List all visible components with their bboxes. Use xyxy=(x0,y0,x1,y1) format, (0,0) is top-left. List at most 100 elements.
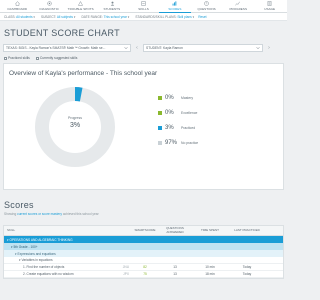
overview-title: Overview of Kayla's performance - This s… xyxy=(9,70,158,77)
legend-item-practiced: 3% Practiced xyxy=(158,120,198,135)
svg-text:?: ? xyxy=(205,2,207,6)
scores-heading: Scores xyxy=(4,200,34,210)
column-header-questions-answered[interactable]: QUESTIONS ANSWERED xyxy=(159,226,191,234)
column-header-smartscore[interactable]: SMARTSCORE xyxy=(131,228,159,233)
legend-percent: 3% xyxy=(165,124,174,131)
student-select[interactable]: STUDENT: Kayla Ramon xyxy=(143,44,263,52)
chart-legend: 0% Mastery 0% Excellence 3% Practiced 97% No pr… xyxy=(158,90,198,150)
nav-tab-label: SKILLS xyxy=(138,7,149,11)
scores-subtitle: Showing current scores or score mastery … xyxy=(4,212,99,216)
category-row[interactable]: ▾ 5th Grade - 100+ xyxy=(4,243,283,250)
legend-percent: 97% xyxy=(165,139,178,146)
legend-label: Mastery xyxy=(181,95,194,100)
students-icon xyxy=(110,1,115,6)
nav-tab-label: QUESTIONS xyxy=(197,7,216,11)
home-icon xyxy=(15,1,20,6)
nav-tab-progress[interactable]: PROGRESS xyxy=(222,1,253,11)
nav-tab-scores[interactable]: SCORES xyxy=(159,1,191,13)
subject-filter[interactable]: SUBJECT: All subjects ▾ xyxy=(41,15,75,19)
legend-percent: 0% xyxy=(165,109,174,116)
reset-link[interactable]: Reset xyxy=(198,15,206,19)
legend-swatch xyxy=(158,95,162,100)
practiced-skills-checkbox[interactable]: Practiced skills xyxy=(4,56,30,60)
skills-icon xyxy=(141,1,146,6)
suggested-skills-checkbox[interactable]: Currently suggested skills xyxy=(35,56,77,60)
nav-tab-students[interactable]: STUDENTS xyxy=(96,1,127,11)
previous-student-arrow-icon[interactable]: ‹ xyxy=(134,44,140,52)
table-body: ▾ OPERATIONS AND ALGEBRAIC THINKING ▾ 5th… xyxy=(4,236,283,278)
date-range-filter[interactable]: DATE RANGE: This school year ▾ xyxy=(81,15,129,19)
donut-center-value: 3% xyxy=(69,122,81,129)
school-select[interactable]: TEXAS: BGIS - Kayla Ramon's SMATS® Math™… xyxy=(3,44,131,52)
legend-item-mastery: 0% Mastery xyxy=(158,90,198,105)
donut-center-label: Progress xyxy=(67,116,82,120)
last-practiced-cell: Today xyxy=(242,265,252,269)
legend-label: Excellence xyxy=(181,110,198,115)
score-mode-link[interactable]: current scores or score mastery xyxy=(17,212,62,216)
warning-icon xyxy=(78,1,84,6)
smartscore-cell: 82 xyxy=(143,265,147,269)
nav-tab-label: DASHBOARD xyxy=(7,7,28,11)
nav-tab-skills[interactable]: SKILLS xyxy=(128,1,159,11)
questions-answered-cell: 13 xyxy=(173,272,177,276)
skill-name[interactable]: 1. Find the number of objects JNU xyxy=(4,265,131,269)
questions-icon: ? xyxy=(204,1,209,6)
table-header: SKILL SMARTSCORE QUESTIONS ANSWERED TIME SP… xyxy=(4,226,283,236)
next-student-arrow-icon[interactable]: › xyxy=(266,44,272,52)
category-row[interactable]: ▾ OPERATIONS AND ALGEBRAIC THINKING xyxy=(4,236,283,243)
legend-swatch xyxy=(158,110,162,115)
scores-table: SKILL SMARTSCORE QUESTIONS ANSWERED TIME SP… xyxy=(3,225,284,279)
filter-bar: CLASS: All students ▾ SUBJECT: All subje… xyxy=(0,13,287,21)
legend-item-no-practice: 97% No practice xyxy=(158,135,198,150)
selector-row: TEXAS: BGIS - Kayla Ramon's SMATS® Math™… xyxy=(0,43,287,53)
category-row[interactable]: ▾ Expressions and equations xyxy=(4,250,283,257)
nav-tab-trouble-spots[interactable]: TROUBLE SPOTS xyxy=(65,1,96,11)
skill-name: ▾ Variables in equations xyxy=(19,258,53,262)
skill-code: JPX xyxy=(123,272,129,276)
column-header-last-practiced[interactable]: LAST PRACTICED xyxy=(229,228,265,233)
nav-tab-label: PROGRESS xyxy=(229,7,247,11)
checkbox-icon xyxy=(4,56,7,60)
questions-answered-cell: 13 xyxy=(173,265,177,269)
legend-label: Practiced xyxy=(181,125,196,130)
usage-icon xyxy=(267,1,272,6)
page-title: STUDENT SCORE CHART xyxy=(4,28,120,38)
nav-tab-label: TROUBLE SPOTS xyxy=(67,7,94,11)
table-row[interactable]: 1. Find the number of objects JNU 82 13 10 … xyxy=(4,264,283,271)
time-spent-cell: 10 min xyxy=(205,265,215,269)
nav-tab-label: SCORES xyxy=(168,7,182,11)
donut-slice-practiced xyxy=(74,87,83,102)
legend-swatch xyxy=(158,140,162,145)
legend-percent: 0% xyxy=(165,94,174,101)
diagnostic-icon xyxy=(47,1,52,6)
legend-item-excellence: 0% Excellence xyxy=(158,105,198,120)
nav-tab-diagnostic[interactable]: DIAGNOSTIC xyxy=(33,1,64,11)
skill-name: ▾ OPERATIONS AND ALGEBRAIC THINKING xyxy=(7,237,73,242)
column-header-time-spent[interactable]: TIME SPENT xyxy=(191,228,229,233)
category-row[interactable]: ▾ Variables in equations xyxy=(4,257,283,264)
column-header-skill[interactable]: SKILL xyxy=(4,228,131,233)
skill-name: ▾ Expressions and equations xyxy=(15,251,56,256)
skill-name[interactable]: 2. Create equations with no wisdom JPX xyxy=(4,272,131,276)
nav-tab-dashboard[interactable]: DASHBOARD xyxy=(2,1,33,11)
legend-swatch xyxy=(158,125,162,130)
class-filter[interactable]: CLASS: All students ▾ xyxy=(4,15,35,19)
skill-code: JNU xyxy=(122,265,129,269)
top-navbar: DASHBOARD DIAGNOSTIC TROUBLE SPOTS STUDENTS… xyxy=(0,0,287,13)
nav-tab-label: STUDENTS xyxy=(103,7,121,11)
standards-filter[interactable]: STANDARDS/SKILL PLANS: Skill plans ▾ xyxy=(135,15,194,19)
nav-tab-label: USAGE xyxy=(263,7,275,11)
last-practiced-cell: Today xyxy=(242,272,252,276)
nav-tab-label: DIAGNOSTIC xyxy=(39,7,59,11)
nav-tab-usage[interactable]: USAGE xyxy=(254,1,285,11)
table-row[interactable]: 2. Create equations with no wisdom JPX 75… xyxy=(4,271,283,278)
chevron-down-icon xyxy=(124,46,128,50)
scores-icon xyxy=(172,1,177,6)
nav-tab-questions[interactable]: ? QUESTIONS xyxy=(191,1,222,11)
progress-icon xyxy=(235,1,241,6)
time-spent-cell: 18 min xyxy=(205,272,215,276)
legend-label: No practice xyxy=(181,140,199,145)
chevron-down-icon xyxy=(256,46,260,50)
skill-name: ▾ 5th Grade - 100+ xyxy=(11,244,38,249)
smartscore-cell: 75 xyxy=(143,272,147,276)
